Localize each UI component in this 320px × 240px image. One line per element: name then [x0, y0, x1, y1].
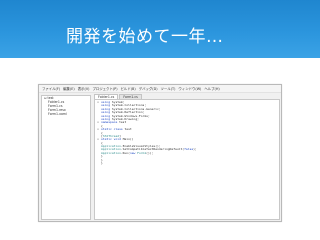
- menu-view[interactable]: 表示(V): [78, 86, 90, 91]
- tree-item[interactable]: Form1.xaml: [42, 112, 90, 116]
- menu-project[interactable]: プロジェクト(P): [93, 86, 118, 91]
- collapse-icon[interactable]: ⊟: [44, 96, 47, 100]
- code-line: }: [95, 161, 279, 166]
- code-text: Application.Run(new Form1());: [101, 150, 154, 155]
- menu-file[interactable]: ファイル(F): [42, 86, 60, 91]
- menu-bar: ファイル(F) 編集(E) 表示(V) プロジェクト(P) ビルド(B) デバッ…: [39, 85, 281, 93]
- menu-edit[interactable]: 編集(E): [63, 86, 75, 91]
- code-text: }: [101, 161, 103, 166]
- code-text: static void Main(): [101, 137, 134, 142]
- menu-build[interactable]: ビルド(B): [121, 86, 136, 91]
- menu-help[interactable]: ヘルプ(H): [204, 86, 219, 91]
- project-explorer: ⊟ test Folder1.cs Form1.cs Form1.resx Fo…: [41, 95, 91, 220]
- slide-title: 開発を始めて一年…: [66, 27, 224, 47]
- code-text: namespace test: [101, 120, 127, 125]
- code-text: static class test: [101, 127, 132, 132]
- menu-window[interactable]: ウィンドウ(W): [178, 86, 201, 91]
- code-editor[interactable]: ⊟ using System; using System.Collections; u…: [94, 99, 280, 220]
- menu-tools[interactable]: ツール(T): [161, 86, 176, 91]
- ide-window: ファイル(F) 編集(E) 表示(V) プロジェクト(P) ビルド(B) デバッ…: [38, 84, 282, 222]
- menu-debug[interactable]: デバッグ(D): [139, 86, 158, 91]
